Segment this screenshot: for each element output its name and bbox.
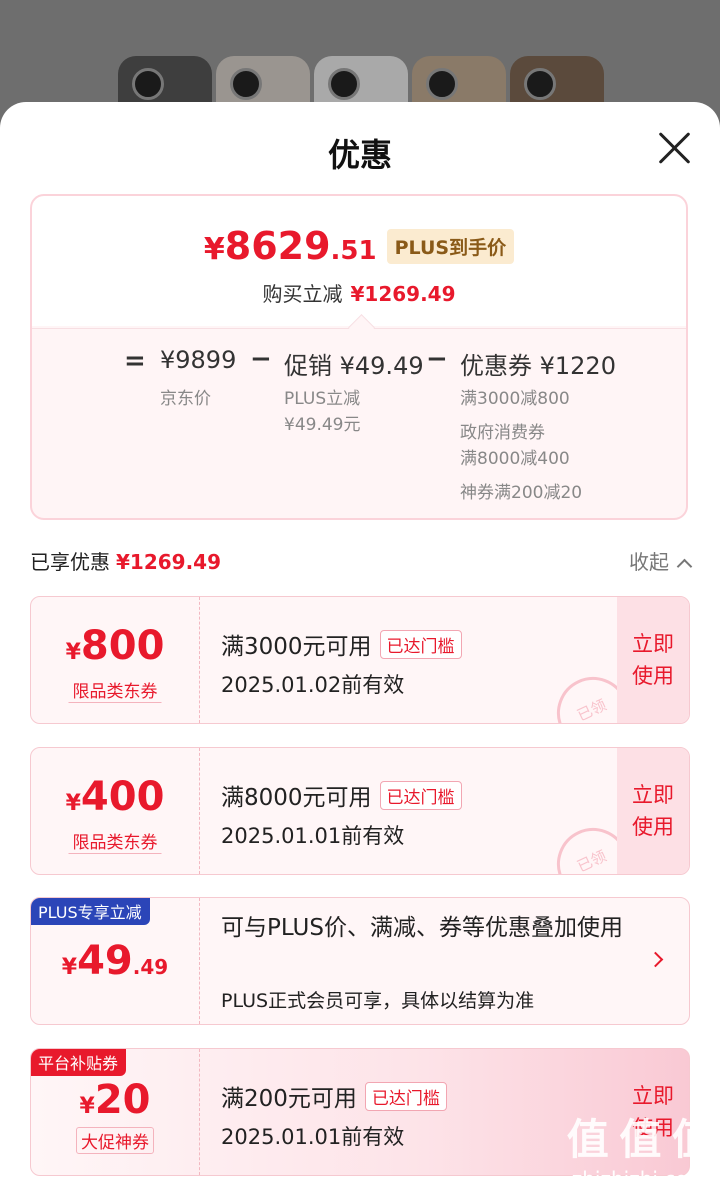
buy-discount-row: 购买立减 ¥1269.49 xyxy=(262,282,456,306)
plus-note: PLUS正式会员可享，具体以结算为准 xyxy=(221,990,535,1012)
coupon-detail: 神券满200减20 xyxy=(460,483,583,503)
promo-detail: ¥49.49元 xyxy=(284,415,361,435)
coupon-condition: 满3000元可用 已达门槛 xyxy=(221,627,462,661)
threshold-reached-badge: 已达门槛 xyxy=(364,1081,447,1111)
collapse-button[interactable]: 收起 xyxy=(629,546,693,575)
coupon-amount: 优惠券 ¥1220 xyxy=(460,352,616,380)
enjoyed-discount: 已享优惠 ¥1269.49 xyxy=(30,550,222,574)
plus-price-tag: PLUS到手价 xyxy=(386,228,515,264)
coupon-expiry: 2025.01.01前有效 xyxy=(221,824,405,848)
threshold-reached-badge: 已达门槛 xyxy=(379,629,462,659)
plus-description: 可与PLUS价、满减、券等优惠叠加使用 xyxy=(221,915,623,941)
coupon-card: ¥400 限品类东券 满8000元可用 已达门槛 2025.01.01前有效 已领… xyxy=(30,747,690,875)
sheet-title: 优惠 xyxy=(327,136,392,174)
promo-amount: 促销 ¥49.49 xyxy=(284,352,424,380)
promo-detail: PLUS立减 xyxy=(284,389,361,409)
coupon-type: 大促神券 xyxy=(76,1127,154,1154)
plus-discount-card[interactable]: PLUS专享立减 ¥49.49 可与PLUS价、满减、券等优惠叠加使用 PLUS… xyxy=(30,897,690,1025)
jd-price: ¥9899 xyxy=(160,346,237,374)
coupon-value: ¥49.49 xyxy=(61,938,169,984)
price-summary-card: ¥8629.51 PLUS到手价 购买立减 ¥1269.49 = ¥9899 京东… xyxy=(30,194,688,520)
coupon-detail: 满8000减400 xyxy=(460,449,570,469)
chevron-up-icon xyxy=(676,558,693,575)
final-price: ¥8629.51 xyxy=(203,224,377,268)
coupon-type: 限品类东券 xyxy=(68,677,162,703)
threshold-reached-badge: 已达门槛 xyxy=(379,780,462,810)
use-now-button[interactable]: 立即 使用 xyxy=(617,597,689,723)
close-icon[interactable] xyxy=(656,130,692,166)
equals-sign: = xyxy=(124,346,146,376)
coupon-type: 限品类东券 xyxy=(68,828,162,854)
coupon-value: ¥400 xyxy=(65,774,165,820)
coupon-condition: 满200元可用 已达门槛 xyxy=(221,1079,447,1113)
coupon-card: ¥800 限品类东券 满3000元可用 已达门槛 2025.01.02前有效 已领… xyxy=(30,596,690,724)
minus-sign: − xyxy=(250,344,272,374)
coupon-value: ¥800 xyxy=(65,623,165,669)
chevron-right-icon[interactable] xyxy=(647,951,664,968)
use-now-button[interactable]: 立即 使用 xyxy=(617,748,689,874)
site-watermark: 值 值 值 zhizhizhi.com xyxy=(566,1115,714,1191)
coupon-detail: 满3000减800 xyxy=(460,389,570,409)
discount-sheet: 优惠 ¥8629.51 PLUS到手价 购买立减 ¥1269.49 = ¥9899… xyxy=(0,102,720,1201)
coupon-condition: 满8000元可用 已达门槛 xyxy=(221,778,462,812)
jd-price-label: 京东价 xyxy=(160,389,211,409)
coupon-value: ¥20 xyxy=(79,1077,151,1123)
coupon-detail: 政府消费券 xyxy=(460,423,545,443)
coupon-expiry: 2025.01.01前有效 xyxy=(221,1125,405,1149)
coupon-expiry: 2025.01.02前有效 xyxy=(221,673,405,697)
minus-sign: − xyxy=(426,344,448,374)
